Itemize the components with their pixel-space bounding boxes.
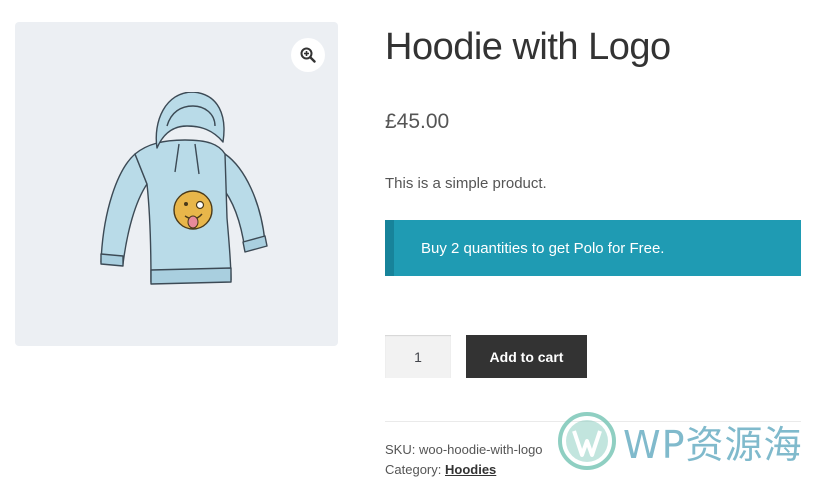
promo-notice: Buy 2 quantities to get Polo for Free. bbox=[385, 220, 801, 276]
watermark-text: WP资源海 bbox=[623, 422, 803, 467]
promo-notice-text: Buy 2 quantities to get Polo for Free. bbox=[421, 239, 665, 257]
product-gallery bbox=[15, 22, 338, 346]
product-price: £45.00 bbox=[385, 110, 450, 133]
watermark: WP资源海 bbox=[557, 410, 803, 472]
product-short-description: This is a simple product. bbox=[385, 175, 547, 192]
hoodie-image bbox=[100, 92, 268, 285]
wordpress-logo-icon bbox=[558, 412, 616, 470]
category-link[interactable]: Hoodies bbox=[445, 462, 496, 477]
product-sku: SKU: woo-hoodie-with-logo bbox=[385, 442, 543, 457]
product-category: Category: Hoodies bbox=[385, 462, 496, 477]
category-label: Category: bbox=[385, 462, 442, 477]
magnify-plus-icon bbox=[300, 47, 316, 63]
zoom-button[interactable] bbox=[291, 38, 325, 72]
product-title: Hoodie with Logo bbox=[385, 26, 671, 68]
quantity-input[interactable] bbox=[385, 335, 451, 378]
sku-value: woo-hoodie-with-logo bbox=[418, 442, 543, 457]
add-to-cart-button[interactable]: Add to cart bbox=[466, 335, 587, 378]
sku-label: SKU: bbox=[385, 442, 416, 457]
